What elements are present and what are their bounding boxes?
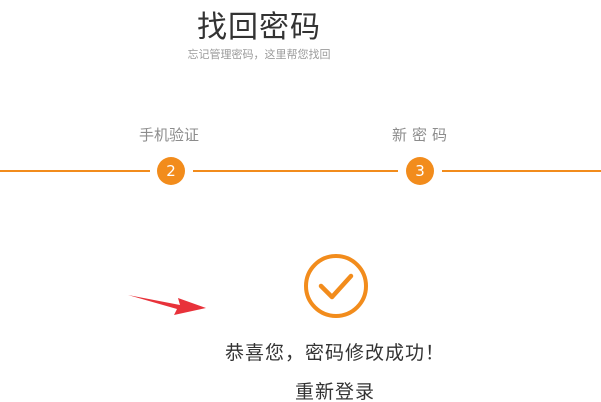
page-subtitle: 忘记管理密码，这里帮您找回 [187, 48, 331, 61]
check-circle-icon [304, 254, 368, 318]
step-label-new-password: 新密码 [392, 126, 453, 144]
step-label-phone-verify: 手机验证 [139, 126, 200, 144]
progress-line-left [0, 170, 150, 172]
success-message: 恭喜您，密码修改成功！ [224, 342, 445, 364]
relogin-link[interactable]: 重新登录 [0, 377, 601, 402]
step-circle-3: 3 [406, 157, 434, 185]
page-title: 找回密码 [197, 10, 321, 45]
step-circle-2: 2 [157, 157, 185, 185]
progress-line-middle [193, 170, 398, 172]
red-arrow-icon [128, 295, 206, 315]
progress-line-right [442, 170, 601, 172]
password-recovery-page: 找回密码 忘记管理密码，这里帮您找回 手机验证 新密码 2 3 恭喜您，密码修改… [0, 0, 601, 402]
